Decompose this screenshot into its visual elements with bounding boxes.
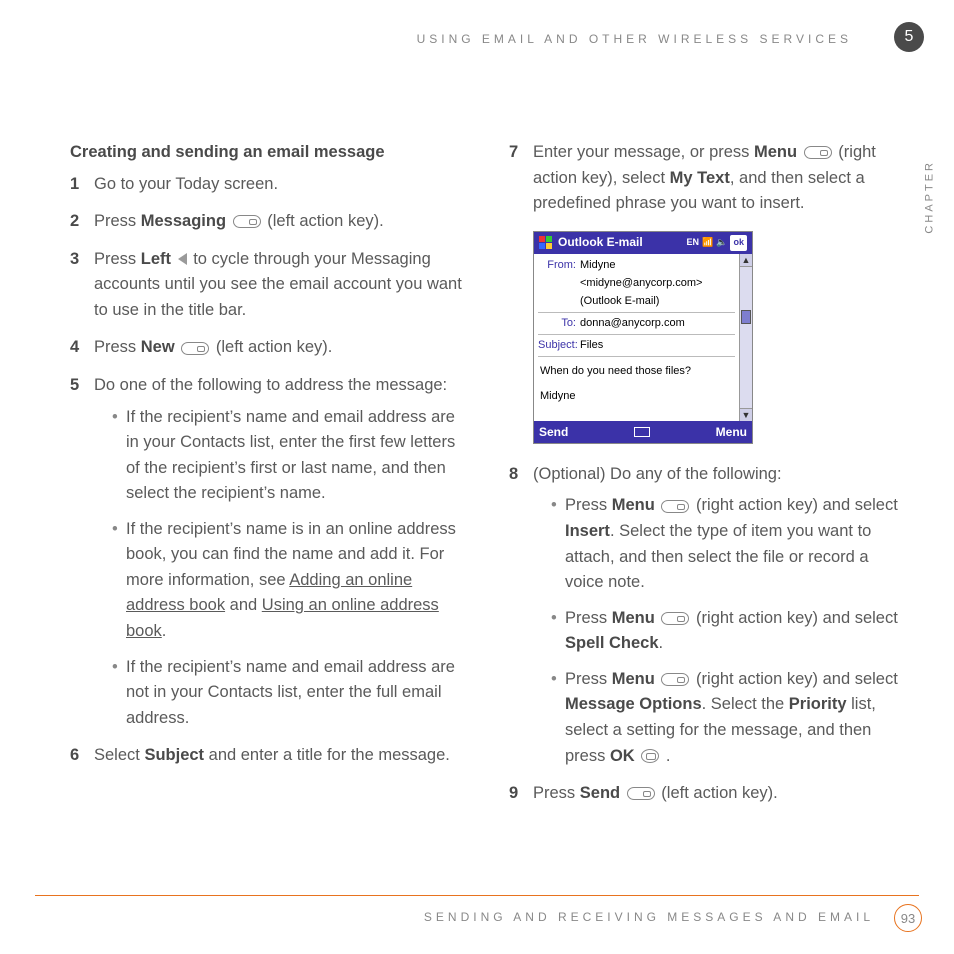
- bullet: Press Menu (right action key) and select…: [551, 606, 910, 657]
- step-3: Press Left to cycle through your Messagi…: [70, 247, 471, 324]
- step-1: Go to your Today screen.: [70, 172, 471, 198]
- step-5: Do one of the following to address the m…: [70, 373, 471, 731]
- bullet: Press Menu (right action key) and select…: [551, 493, 910, 595]
- right-column: Enter your message, or press Menu (right…: [509, 140, 910, 819]
- steps-list-left: Go to your Today screen. Press Messaging…: [70, 172, 471, 769]
- phone-titlebar: Outlook E-mail EN 📶 🔈 ok: [534, 232, 752, 254]
- scroll-down-icon: ▼: [740, 408, 752, 421]
- from-account: (Outlook E-mail): [580, 293, 735, 310]
- steps-list-right: Enter your message, or press Menu (right…: [509, 140, 910, 807]
- softkey-icon: [804, 146, 832, 159]
- subject-label: Subject:: [538, 337, 580, 354]
- softkey-icon: [661, 612, 689, 625]
- from-label: From:: [538, 257, 580, 274]
- phone-screenshot: Outlook E-mail EN 📶 🔈 ok From:Midyne <mi…: [533, 231, 753, 444]
- keyboard-icon: [634, 427, 650, 437]
- phone-menu-softkey: Menu: [716, 423, 747, 442]
- phone-softkey-bar: Send Menu: [534, 421, 752, 443]
- email-body-signature: Midyne: [540, 388, 733, 405]
- bullet: If the recipient’s name is in an online …: [112, 517, 471, 645]
- step-9: Press Send (left action key).: [509, 781, 910, 807]
- from-email: <midyne@anycorp.com>: [580, 275, 735, 292]
- chapter-label: CHAPTER: [924, 160, 936, 234]
- chapter-number-badge: 5: [894, 22, 924, 52]
- step-8: (Optional) Do any of the following: Pres…: [509, 462, 910, 769]
- page-number: 93: [894, 904, 922, 932]
- step-6: Select Subject and enter a title for the…: [70, 743, 471, 769]
- to-label: To:: [538, 315, 580, 332]
- softkey-icon: [661, 500, 689, 513]
- bullet: If the recipient’s name and email addres…: [112, 405, 471, 507]
- phone-status: EN: [687, 236, 700, 250]
- email-body-line: When do you need those files?: [540, 363, 733, 380]
- running-head: USING EMAIL AND OTHER WIRELESS SERVICES: [417, 32, 852, 46]
- phone-send-softkey: Send: [539, 423, 568, 442]
- softkey-icon: [627, 787, 655, 800]
- step-2: Press Messaging (left action key).: [70, 209, 471, 235]
- bullet: Press Menu (right action key) and select…: [551, 667, 910, 769]
- step-7: Enter your message, or press Menu (right…: [509, 140, 910, 444]
- left-arrow-icon: [178, 253, 187, 265]
- phone-title: Outlook E-mail: [558, 233, 643, 252]
- scroll-thumb: [741, 310, 751, 324]
- softkey-icon: [661, 673, 689, 686]
- signal-icon: 📶: [702, 236, 713, 250]
- step-4: Press New (left action key).: [70, 335, 471, 361]
- softkey-icon: [181, 342, 209, 355]
- windows-flag-icon: [539, 236, 553, 250]
- bullet: If the recipient’s name and email addres…: [112, 655, 471, 732]
- footer-rule: [35, 895, 919, 896]
- footer-text: SENDING AND RECEIVING MESSAGES AND EMAIL: [424, 910, 874, 924]
- left-column: Creating and sending an email message Go…: [70, 140, 471, 819]
- ok-button-icon: [641, 749, 659, 763]
- phone-scrollbar: ▲ ▼: [739, 254, 752, 421]
- subject-value: Files: [580, 337, 735, 354]
- section-title: Creating and sending an email message: [70, 140, 471, 166]
- from-value: Midyne: [580, 257, 735, 274]
- phone-ok-button: ok: [730, 235, 747, 251]
- scroll-up-icon: ▲: [740, 254, 752, 267]
- speaker-icon: 🔈: [716, 236, 727, 250]
- softkey-icon: [233, 215, 261, 228]
- to-value: donna@anycorp.com: [580, 315, 735, 332]
